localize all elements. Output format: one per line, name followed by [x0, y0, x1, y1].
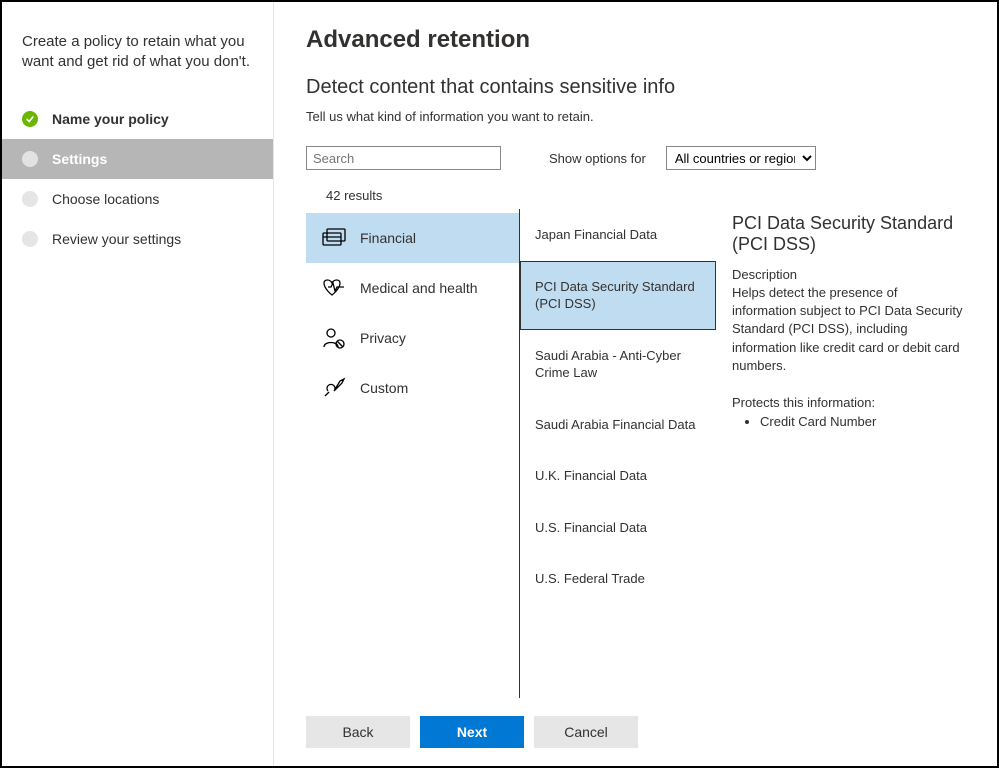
wizard-sidebar: Create a policy to retain what you want … [2, 2, 274, 766]
detail-protects-label: Protects this information: [732, 395, 965, 410]
detail-protects-list: Credit Card Number [760, 414, 965, 429]
health-icon [322, 277, 346, 299]
detail-description-label: Description [732, 267, 965, 282]
step-label: Settings [52, 151, 107, 167]
category-custom[interactable]: Custom [306, 363, 519, 413]
circle-icon [22, 231, 38, 247]
section-hint: Tell us what kind of information you wan… [306, 109, 965, 124]
list-item[interactable]: PCI Data Security Standard (PCI DSS) [520, 261, 716, 330]
step-review-your-settings[interactable]: Review your settings [2, 219, 273, 259]
results-browser: Financial Medical and health Privacy [306, 209, 965, 698]
list-item[interactable]: Saudi Arabia Financial Data [520, 399, 716, 451]
results-count: 42 results [326, 188, 965, 203]
category-label: Medical and health [360, 280, 478, 296]
circle-icon [22, 191, 38, 207]
search-input[interactable] [306, 146, 501, 170]
cancel-button[interactable]: Cancel [534, 716, 638, 748]
step-settings[interactable]: Settings [2, 139, 273, 179]
list-item[interactable]: Saudi Arabia - Anti-Cyber Crime Law [520, 330, 716, 399]
section-title: Detect content that contains sensitive i… [306, 76, 965, 99]
list-item[interactable]: Japan Financial Data [520, 209, 716, 261]
sidebar-intro: Create a policy to retain what you want … [2, 32, 273, 99]
list-item[interactable]: U.S. Federal Trade [520, 553, 716, 605]
category-label: Custom [360, 380, 408, 396]
category-privacy[interactable]: Privacy [306, 313, 519, 363]
filter-label: Show options for [549, 151, 646, 166]
category-label: Privacy [360, 330, 406, 346]
template-list[interactable]: Japan Financial Data PCI Data Security S… [520, 209, 716, 698]
wizard-footer: Back Next Cancel [274, 698, 997, 766]
step-choose-locations[interactable]: Choose locations [2, 179, 273, 219]
custom-icon [322, 377, 346, 399]
category-medical[interactable]: Medical and health [306, 263, 519, 313]
step-name-your-policy[interactable]: Name your policy [2, 99, 273, 139]
list-item[interactable]: U.K. Financial Data [520, 450, 716, 502]
card-icon [322, 227, 346, 249]
detail-protects-item: Credit Card Number [760, 414, 965, 429]
privacy-icon [322, 327, 346, 349]
next-button[interactable]: Next [420, 716, 524, 748]
detail-description: Helps detect the presence of information… [732, 284, 965, 375]
page-title: Advanced retention [306, 26, 965, 54]
detail-panel: PCI Data Security Standard (PCI DSS) Des… [716, 209, 965, 698]
detail-title: PCI Data Security Standard (PCI DSS) [732, 213, 965, 255]
check-icon [22, 111, 38, 127]
category-financial[interactable]: Financial [306, 213, 519, 263]
back-button[interactable]: Back [306, 716, 410, 748]
category-column: Financial Medical and health Privacy [306, 209, 520, 698]
step-label: Choose locations [52, 191, 159, 207]
list-item[interactable]: U.S. Financial Data [520, 502, 716, 554]
circle-icon [22, 151, 38, 167]
category-label: Financial [360, 230, 416, 246]
step-label: Review your settings [52, 231, 181, 247]
region-select[interactable]: All countries or regions [666, 146, 816, 170]
step-label: Name your policy [52, 111, 169, 127]
main-panel: Advanced retention Detect content that c… [274, 2, 997, 766]
filter-row: Show options for All countries or region… [306, 146, 965, 170]
